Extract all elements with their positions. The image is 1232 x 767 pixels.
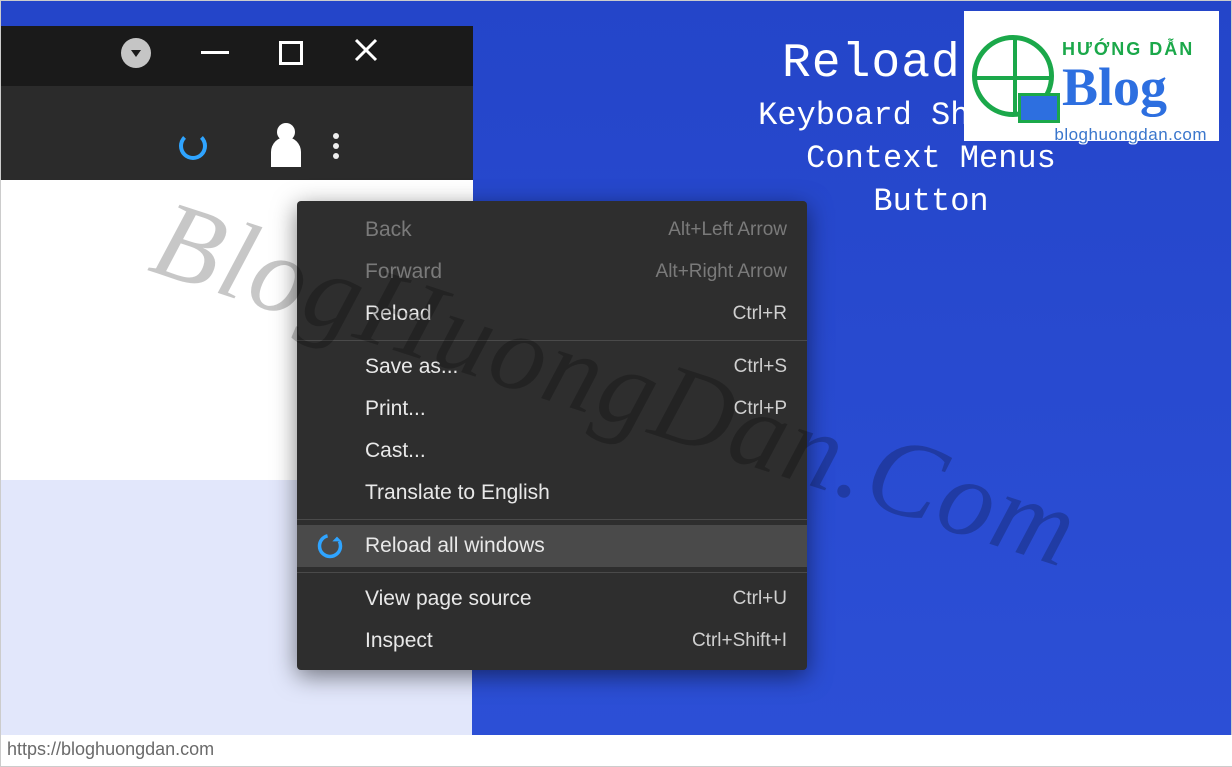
reload-extension-icon[interactable] [179,132,207,160]
logo-brand: Blog [1062,60,1194,114]
menu-item-label: Inspect [365,629,433,653]
menu-item-label: Translate to English [365,481,550,505]
minimize-button[interactable] [201,51,229,54]
menu-separator [297,572,807,573]
menu-item-view-page-source[interactable]: View page source Ctrl+U [297,578,807,620]
menu-item-label: Reload all windows [365,534,545,558]
menu-item-save-as[interactable]: Save as... Ctrl+S [297,346,807,388]
menu-dots-icon[interactable] [333,133,339,159]
menu-item-label: Print... [365,397,426,421]
menu-item-forward: Forward Alt+Right Arrow [297,251,807,293]
menu-item-shortcut: Alt+Right Arrow [656,261,787,283]
window-icon [1018,93,1060,123]
menu-item-label: Back [365,218,412,242]
profile-icon[interactable] [271,137,301,167]
menu-separator [297,340,807,341]
menu-item-label: Save as... [365,355,458,379]
menu-item-inspect[interactable]: Inspect Ctrl+Shift+I [297,620,807,662]
site-logo: HƯỚNG DẪN Blog bloghuongdan.com [964,11,1219,141]
menu-item-shortcut: Ctrl+P [734,398,787,420]
headline-line-4: Button [641,183,1221,220]
context-menu: Back Alt+Left Arrow Forward Alt+Right Arrow… [297,201,807,670]
menu-item-label: View page source [365,587,532,611]
menu-item-reload-all-windows[interactable]: Reload all windows [297,525,807,567]
logo-url: bloghuongdan.com [1054,125,1207,145]
menu-item-label: Reload [365,302,432,326]
menu-item-label: Cast... [365,439,426,463]
headline-line-3: Context Menus [641,140,1221,177]
maximize-button[interactable] [279,41,303,65]
menu-item-cast[interactable]: Cast... [297,430,807,472]
menu-item-reload[interactable]: Reload Ctrl+R [297,293,807,335]
menu-item-label: Forward [365,260,442,284]
reload-ext-icon [315,531,345,561]
menu-item-print[interactable]: Print... Ctrl+P [297,388,807,430]
menu-item-shortcut: Alt+Left Arrow [668,219,787,241]
close-window-button[interactable] [353,37,379,68]
tab-dropdown-button[interactable] [121,38,151,68]
footer-url: https://bloghuongdan.com [7,739,214,760]
menu-item-shortcut: Ctrl+Shift+I [692,630,787,652]
menu-item-shortcut: Ctrl+S [734,356,787,378]
menu-item-shortcut: Ctrl+U [733,588,787,610]
menu-item-shortcut: Ctrl+R [733,303,787,325]
menu-item-translate-to-english[interactable]: Translate to English [297,472,807,514]
menu-separator [297,519,807,520]
